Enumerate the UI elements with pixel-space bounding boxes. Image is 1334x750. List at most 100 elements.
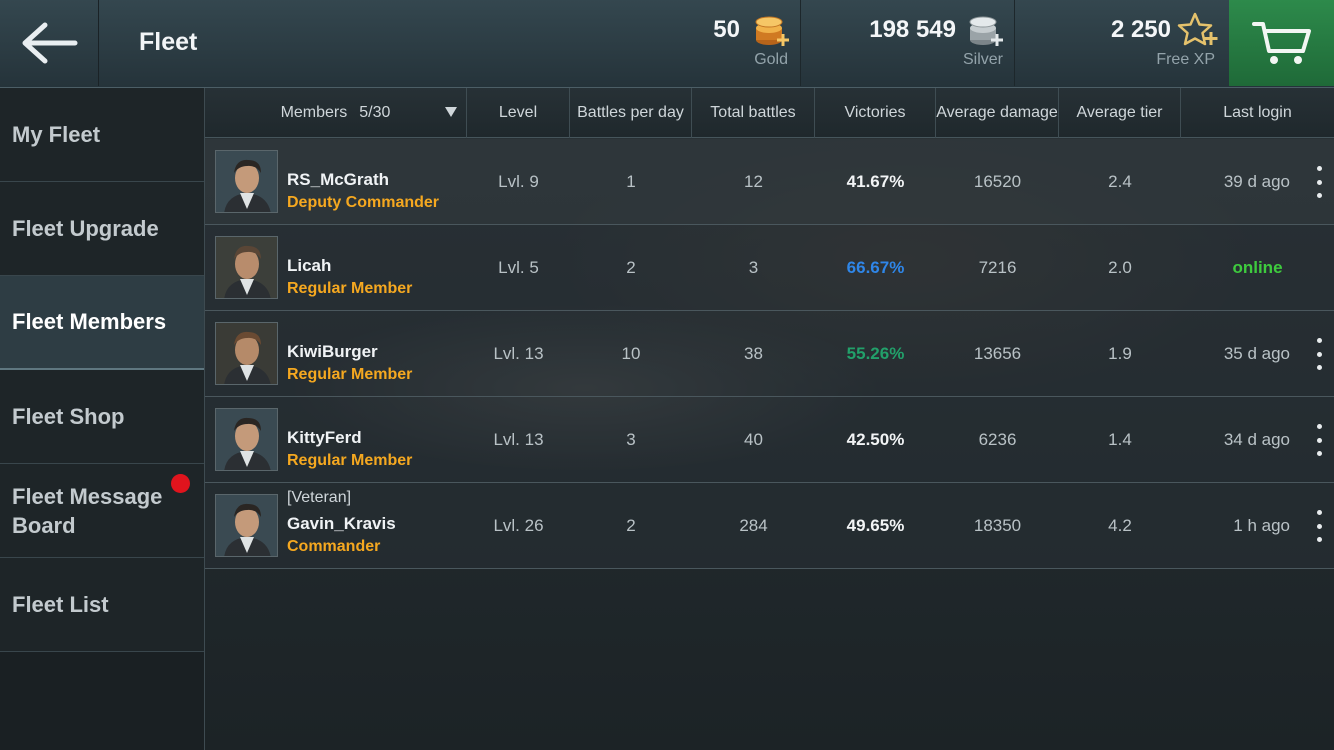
- avatar-portrait: [216, 151, 277, 212]
- member-total-battles: 40: [744, 430, 763, 449]
- avatar-portrait: [216, 237, 277, 298]
- member-last-login: online: [1232, 258, 1283, 277]
- sidebar-item-fleet-members[interactable]: Fleet Members: [0, 276, 204, 370]
- notification-dot: [171, 474, 190, 493]
- more-options-icon[interactable]: [1311, 510, 1327, 542]
- member-level: Lvl. 26: [493, 516, 544, 535]
- column-header-last-login[interactable]: Last login: [1181, 88, 1334, 138]
- table-row[interactable]: KittyFerd Regular Member Lvl. 13 3 40 42…: [205, 397, 1334, 483]
- sidebar-item-label-line1: Fleet Message: [12, 483, 163, 509]
- table-header: Members 5/30 Level Battles per day Total…: [205, 88, 1334, 138]
- column-header-level[interactable]: Level: [467, 88, 570, 138]
- more-options-icon[interactable]: [1311, 424, 1327, 456]
- member-name[interactable]: Gavin_Kravis: [287, 514, 396, 534]
- member-average-tier: 2.0: [1108, 258, 1132, 277]
- member-average-damage: 13656: [973, 344, 1022, 363]
- member-total-battles: 3: [748, 258, 759, 277]
- member-battles-per-day: 2: [626, 258, 636, 277]
- silver-balance[interactable]: 198 549 Silver: [800, 0, 1013, 86]
- member-role: Regular Member: [287, 366, 413, 383]
- shop-cart-button[interactable]: [1229, 0, 1334, 86]
- member-role: Regular Member: [287, 280, 413, 297]
- sidebar-item-fleet-shop[interactable]: Fleet Shop: [0, 370, 204, 464]
- avatar[interactable]: [215, 408, 278, 471]
- sidebar-item-label-line2: Board: [12, 512, 76, 538]
- column-header-battles-per-day[interactable]: Battles per day: [570, 88, 692, 138]
- member-victories: 42.50%: [846, 430, 905, 449]
- more-options-icon[interactable]: [1311, 166, 1327, 198]
- sidebar-item-fleet-list[interactable]: Fleet List: [0, 558, 204, 652]
- sidebar-item-fleet-upgrade[interactable]: Fleet Upgrade: [0, 182, 204, 276]
- gold-label: Gold: [754, 51, 788, 68]
- member-victories: 49.65%: [846, 516, 905, 535]
- avatar[interactable]: [215, 494, 278, 557]
- member-victories: 55.26%: [846, 344, 905, 363]
- member-total-battles: 12: [744, 172, 763, 191]
- member-battles-per-day: 1: [626, 172, 636, 191]
- gold-balance[interactable]: 50 Gold: [640, 0, 798, 86]
- silver-coins-icon[interactable]: [967, 14, 1005, 48]
- member-name[interactable]: KiwiBurger: [287, 342, 378, 362]
- member-name[interactable]: RS_McGrath: [287, 170, 389, 190]
- sidebar-item-label: Fleet Message Board: [12, 482, 162, 540]
- member-name[interactable]: Licah: [287, 256, 331, 276]
- more-options-icon[interactable]: [1311, 338, 1327, 370]
- sidebar-item-label: Fleet List: [12, 591, 109, 617]
- table-row[interactable]: Licah Regular Member Lvl. 5 2 3 66.67% 7…: [205, 225, 1334, 311]
- sidebar-item-my-fleet[interactable]: My Fleet: [0, 88, 204, 182]
- member-average-damage: 18350: [973, 516, 1022, 535]
- table-row[interactable]: KiwiBurger Regular Member Lvl. 13 10 38 …: [205, 311, 1334, 397]
- member-average-tier: 2.4: [1108, 172, 1132, 191]
- member-victories: 41.67%: [846, 172, 905, 191]
- star-icon[interactable]: [1177, 12, 1219, 48]
- sidebar-item-label: Fleet Upgrade: [12, 215, 159, 241]
- free-xp-amount: 2 250: [1110, 16, 1171, 43]
- avatar-portrait: [216, 495, 277, 556]
- member-level: Lvl. 13: [493, 430, 544, 449]
- shopping-cart-icon: [1251, 22, 1311, 64]
- column-header-total-battles[interactable]: Total battles: [692, 88, 815, 138]
- member-level: Lvl. 13: [493, 344, 544, 363]
- sidebar-item-label: Fleet Members: [12, 309, 167, 334]
- member-role: Commander: [287, 538, 381, 555]
- member-battles-per-day: 10: [621, 344, 641, 363]
- avatar[interactable]: [215, 236, 278, 299]
- member-average-tier: 1.4: [1108, 430, 1132, 449]
- member-name[interactable]: KittyFerd: [287, 428, 362, 448]
- silver-amount: 198 549: [869, 16, 956, 43]
- chevron-down-icon: [445, 107, 457, 117]
- free-xp-label: Free XP: [1156, 51, 1215, 68]
- member-battles-per-day: 3: [626, 430, 636, 449]
- gold-coins-icon[interactable]: [753, 14, 791, 48]
- fleet-sidebar: My Fleet Fleet Upgrade Fleet Members Fle…: [0, 88, 205, 750]
- table-row[interactable]: RS_McGrath Deputy Commander Lvl. 9 1 12 …: [205, 139, 1334, 225]
- free-xp-balance[interactable]: 2 250 Free XP: [1014, 0, 1228, 86]
- avatar[interactable]: [215, 322, 278, 385]
- member-average-damage: 6236: [978, 430, 1017, 449]
- sidebar-item-label: Fleet Shop: [12, 403, 125, 429]
- column-header-victories[interactable]: Victories: [815, 88, 936, 138]
- table-row[interactable]: [Veteran] Gavin_Kravis Commander Lvl. 26…: [205, 483, 1334, 569]
- member-title-prefix: [Veteran]: [287, 489, 352, 506]
- top-bar: Fleet 50 Gold 198 549 Silver 2 250 Free …: [0, 0, 1334, 88]
- column-header-average-damage[interactable]: Average damage: [936, 88, 1059, 138]
- gold-amount: 50: [713, 16, 740, 43]
- member-level: Lvl. 5: [498, 258, 539, 277]
- member-average-damage: 7216: [978, 258, 1017, 277]
- sidebar-item-label: My Fleet: [12, 121, 101, 147]
- member-average-tier: 4.2: [1108, 516, 1132, 535]
- member-role: Regular Member: [287, 452, 413, 469]
- members-filter-dropdown[interactable]: Members 5/30: [205, 88, 467, 138]
- members-panel: Members 5/30 Level Battles per day Total…: [205, 88, 1334, 750]
- sidebar-item-fleet-message-board[interactable]: Fleet Message Board: [0, 464, 204, 558]
- member-total-battles: 284: [739, 516, 768, 535]
- avatar-portrait: [216, 323, 277, 384]
- avatar[interactable]: [215, 150, 278, 213]
- column-header-average-tier[interactable]: Average tier: [1059, 88, 1181, 138]
- member-victories: 66.67%: [846, 258, 905, 277]
- member-average-damage: 16520: [973, 172, 1022, 191]
- silver-label: Silver: [962, 51, 1003, 68]
- member-role: Deputy Commander: [287, 194, 440, 211]
- member-average-tier: 1.9: [1108, 344, 1132, 363]
- back-button[interactable]: [0, 0, 99, 86]
